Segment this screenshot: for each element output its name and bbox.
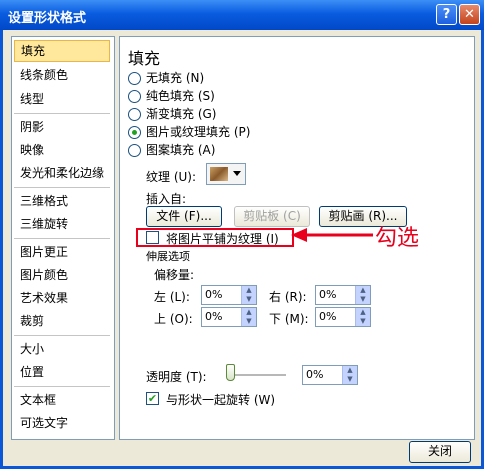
category-sidebar: 填充 线条颜色 线型 阴影 映像 发光和柔化边缘 三维格式 三维旋转 图片更正 … <box>11 36 115 440</box>
annotation-text: 勾选 <box>375 226 420 251</box>
radio-label: 无填充 (N) <box>146 71 205 85</box>
radio-picture-fill[interactable]: 图片或纹理填充 (P) <box>128 124 250 140</box>
sidebar-item-picture-corrections[interactable]: 图片更正 <box>14 241 110 263</box>
divider <box>14 335 110 336</box>
sidebar-item-artistic-effects[interactable]: 艺术效果 <box>14 287 110 309</box>
close-window-button[interactable]: ✕ <box>459 4 480 25</box>
spinner-value: 0% <box>205 288 223 301</box>
divider <box>14 238 110 239</box>
texture-label: 纹理 (U): <box>146 170 197 184</box>
sidebar-item-3d-rotation[interactable]: 三维旋转 <box>14 213 110 235</box>
radio-circle[interactable] <box>128 108 141 121</box>
radio-label: 图案填充 (A) <box>146 143 216 157</box>
dialog-title: 设置形状格式 <box>8 11 87 26</box>
right-offset-label: 右 (R): <box>269 290 307 304</box>
sidebar-item-position[interactable]: 位置 <box>14 361 110 383</box>
clipboard-button[interactable]: 剪贴板 (C) <box>234 206 310 227</box>
sidebar-item-reflection[interactable]: 映像 <box>14 139 110 161</box>
bottom-offset-spinner[interactable]: 0% ▲ ▼ <box>315 307 371 327</box>
transparency-slider-track[interactable] <box>226 374 286 377</box>
panel-title: 填充 <box>128 49 161 68</box>
tile-checkbox-label: 将图片平铺为纹理 (I) <box>166 232 279 246</box>
transparency-label: 透明度 (T): <box>146 370 207 384</box>
left-offset-label: 左 (L): <box>154 290 190 304</box>
sidebar-item-glow[interactable]: 发光和柔化边缘 <box>14 162 110 184</box>
sidebar-item-fill[interactable]: 填充 <box>14 40 110 62</box>
help-button[interactable]: ? <box>436 4 457 25</box>
texture-swatch <box>210 167 228 181</box>
radio-circle-selected[interactable] <box>128 126 141 139</box>
stretch-options-label: 伸展选项 <box>146 250 190 263</box>
top-offset-label: 上 (O): <box>154 312 193 326</box>
spin-arrows-icon[interactable]: ▲ ▼ <box>241 308 256 326</box>
sidebar-item-line-style[interactable]: 线型 <box>14 88 110 110</box>
sidebar-item-crop[interactable]: 裁剪 <box>14 310 110 332</box>
insert-from-label: 插入自: <box>146 192 187 206</box>
transparency-spinner[interactable]: 0% ▲ ▼ <box>302 365 358 385</box>
radio-label: 纯色填充 (S) <box>146 89 215 103</box>
right-offset-spinner[interactable]: 0% ▲ ▼ <box>315 285 371 305</box>
divider <box>14 386 110 387</box>
radio-gradient-fill[interactable]: 渐变填充 (G) <box>128 106 216 122</box>
sidebar-item-shadow[interactable]: 阴影 <box>14 116 110 138</box>
spinner-value: 0% <box>319 288 337 301</box>
spinner-value: 0% <box>306 368 324 381</box>
offset-label: 偏移量: <box>154 268 195 282</box>
tile-checkbox[interactable] <box>146 231 159 244</box>
dialog-window: 设置形状格式 ? ✕ 填充 线条颜色 线型 阴影 映像 发光和柔化边缘 三维格式… <box>0 0 484 469</box>
radio-no-fill[interactable]: 无填充 (N) <box>128 70 204 86</box>
divider <box>14 113 110 114</box>
radio-circle[interactable] <box>128 144 141 157</box>
rotate-with-shape-checkbox[interactable]: ✔ <box>146 392 159 405</box>
radio-pattern-fill[interactable]: 图案填充 (A) <box>128 142 215 158</box>
divider <box>14 187 110 188</box>
bottom-offset-label: 下 (M): <box>269 312 309 326</box>
radio-label: 渐变填充 (G) <box>146 107 217 121</box>
checkmark-icon: ✔ <box>147 392 158 405</box>
top-offset-spinner[interactable]: 0% ▲ ▼ <box>201 307 257 327</box>
spin-arrows-icon[interactable]: ▲ ▼ <box>342 366 357 384</box>
title-bar[interactable]: 设置形状格式 ? ✕ <box>0 0 484 30</box>
sidebar-item-picture-color[interactable]: 图片颜色 <box>14 264 110 286</box>
transparency-slider-thumb[interactable] <box>226 364 235 381</box>
file-button[interactable]: 文件 (F)... <box>146 206 222 227</box>
spin-arrows-icon[interactable]: ▲ ▼ <box>355 308 370 326</box>
close-dialog-button[interactable]: 关闭 <box>409 441 471 463</box>
radio-circle[interactable] <box>128 90 141 103</box>
rotate-with-shape-label: 与形状一起旋转 (W) <box>166 393 276 407</box>
radio-circle[interactable] <box>128 72 141 85</box>
sidebar-item-alt-text[interactable]: 可选文字 <box>14 412 110 434</box>
spinner-value: 0% <box>319 310 337 323</box>
radio-solid-fill[interactable]: 纯色填充 (S) <box>128 88 215 104</box>
left-offset-spinner[interactable]: 0% ▲ ▼ <box>201 285 257 305</box>
sidebar-item-size[interactable]: 大小 <box>14 338 110 360</box>
sidebar-item-line-color[interactable]: 线条颜色 <box>14 64 110 86</box>
spinner-value: 0% <box>205 310 223 323</box>
sidebar-item-text-box[interactable]: 文本框 <box>14 389 110 411</box>
annotation-arrow-icon <box>291 228 373 242</box>
dialog-body: 填充 线条颜色 线型 阴影 映像 发光和柔化边缘 三维格式 三维旋转 图片更正 … <box>3 30 481 466</box>
texture-dropdown[interactable] <box>206 163 246 185</box>
chevron-down-icon <box>233 171 241 176</box>
spin-arrows-icon[interactable]: ▲ ▼ <box>241 286 256 304</box>
radio-label: 图片或纹理填充 (P) <box>146 125 251 139</box>
spin-arrows-icon[interactable]: ▲ ▼ <box>355 286 370 304</box>
sidebar-item-3d-format[interactable]: 三维格式 <box>14 190 110 212</box>
